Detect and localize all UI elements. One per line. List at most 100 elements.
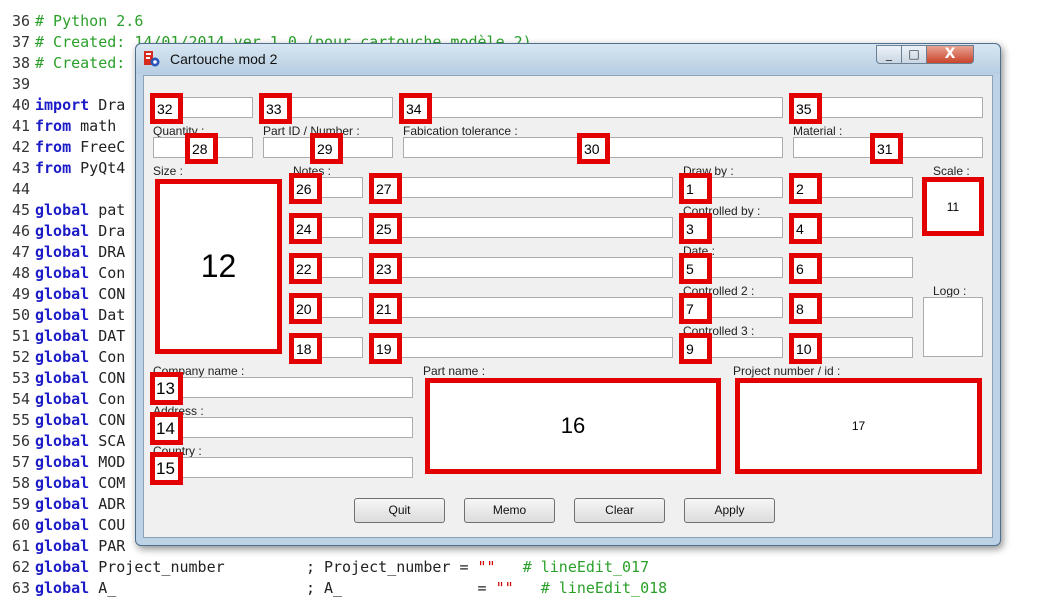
marker-14-text: 14 (156, 418, 175, 438)
apply-button[interactable]: Apply (684, 498, 775, 523)
code-text: Con (89, 264, 126, 282)
marker-24-text: 24 (296, 220, 312, 237)
scale-label: Scale : (933, 164, 970, 178)
code-text: DRA (89, 243, 126, 261)
country-input[interactable] (153, 457, 413, 478)
code-keyword: global (35, 537, 90, 555)
marker-15: 15 (150, 452, 183, 485)
code-keyword: global (35, 264, 90, 282)
code-keyword: global (35, 432, 90, 450)
memo-button[interactable]: Memo (464, 498, 555, 523)
address-input[interactable] (153, 417, 413, 438)
code-keyword: from (35, 117, 72, 135)
code-text: CON (89, 411, 126, 429)
code-text: Dra (89, 222, 126, 240)
marker-22: 22 (289, 253, 322, 284)
marker-32-text: 32 (157, 100, 173, 117)
line-number: 43 (12, 159, 31, 177)
code-line: 63 global A_ ; A_ = "" # lineEdit_018 (0, 578, 1051, 599)
code-text: Project_number (89, 558, 306, 576)
code-keyword: global (35, 327, 90, 345)
marker-33-text: 33 (266, 100, 282, 117)
line-number: 62 (12, 558, 31, 576)
marker-17-text: 17 (851, 419, 866, 433)
line-number: 53 (12, 369, 31, 387)
notes-input-2[interactable] (373, 217, 673, 238)
marker-25-text: 25 (376, 220, 392, 237)
line-number: 49 (12, 285, 31, 303)
line-number: 39 (12, 75, 31, 93)
notes-input-3[interactable] (373, 257, 673, 278)
line-number: 36 (12, 12, 31, 30)
marker-4: 4 (789, 213, 822, 244)
line-number: 45 (12, 201, 31, 219)
code-text: CON (89, 369, 126, 387)
code-keyword: from (35, 138, 72, 156)
code-keyword: global (35, 558, 90, 576)
code-text: Dra (89, 96, 126, 114)
company-name-input[interactable] (153, 377, 413, 398)
marker-11-text: 11 (946, 199, 960, 214)
notes-input-1[interactable] (373, 177, 673, 198)
marker-26-text: 26 (296, 180, 312, 197)
marker-8-text: 8 (796, 300, 804, 317)
line-number: 44 (12, 180, 31, 198)
title-bar[interactable]: Cartouche mod 2 _ □ X (136, 44, 1000, 74)
code-keyword: global (35, 348, 90, 366)
code-text: SCA (89, 432, 126, 450)
line-number: 40 (12, 96, 31, 114)
marker-26: 26 (289, 173, 322, 204)
code-keyword: global (35, 201, 90, 219)
logo-box[interactable] (923, 297, 983, 357)
marker-35: 35 (789, 93, 822, 124)
window-title: Cartouche mod 2 (170, 51, 278, 67)
code-comment: # lineEdit_017 (522, 558, 650, 576)
code-text: pat (89, 201, 126, 219)
code-keyword: global (35, 495, 90, 513)
maximize-icon: □ (908, 47, 920, 61)
notes-input-5[interactable] (373, 337, 673, 358)
code-text: COM (89, 474, 126, 492)
close-button[interactable]: X (926, 45, 974, 64)
size-label: Size : (153, 164, 184, 178)
line-number: 46 (12, 222, 31, 240)
marker-4-text: 4 (796, 220, 804, 237)
line-number: 52 (12, 348, 31, 366)
code-keyword: global (35, 411, 90, 429)
marker-23-text: 23 (376, 260, 392, 277)
clear-button[interactable]: Clear (574, 498, 665, 523)
marker-25: 25 (369, 213, 402, 244)
marker-34: 34 (399, 93, 432, 124)
code-text: math (71, 117, 117, 135)
marker-6-text: 6 (796, 260, 804, 277)
marker-12-text: 12 (200, 248, 237, 284)
minimize-button[interactable]: _ (876, 45, 902, 64)
line-number: 59 (12, 495, 31, 513)
code-keyword: global (35, 285, 90, 303)
marker-7: 7 (679, 293, 712, 324)
marker-22-text: 22 (296, 260, 312, 277)
field-34[interactable] (403, 97, 783, 118)
line-number: 61 (12, 537, 31, 555)
marker-20-text: 20 (296, 300, 312, 317)
line-number: 37 (12, 33, 31, 51)
code-keyword: global (35, 579, 90, 597)
line-number: 47 (12, 243, 31, 261)
line-number: 55 (12, 411, 31, 429)
code-text: Con (89, 348, 126, 366)
marker-29: 29 (310, 133, 343, 164)
code-keyword: global (35, 390, 90, 408)
marker-17: 17 (735, 378, 982, 474)
notes-input-4[interactable] (373, 297, 673, 318)
marker-12: 12 (155, 179, 282, 354)
marker-33: 33 (259, 93, 292, 124)
maximize-button[interactable]: □ (901, 45, 927, 64)
code-text: MOD (89, 453, 126, 471)
code-string: "" (495, 579, 514, 597)
marker-30: 30 (577, 133, 610, 164)
marker-1-text: 1 (686, 180, 694, 197)
marker-15-text: 15 (156, 458, 175, 478)
quit-button[interactable]: Quit (354, 498, 445, 523)
code-keyword: global (35, 306, 90, 324)
